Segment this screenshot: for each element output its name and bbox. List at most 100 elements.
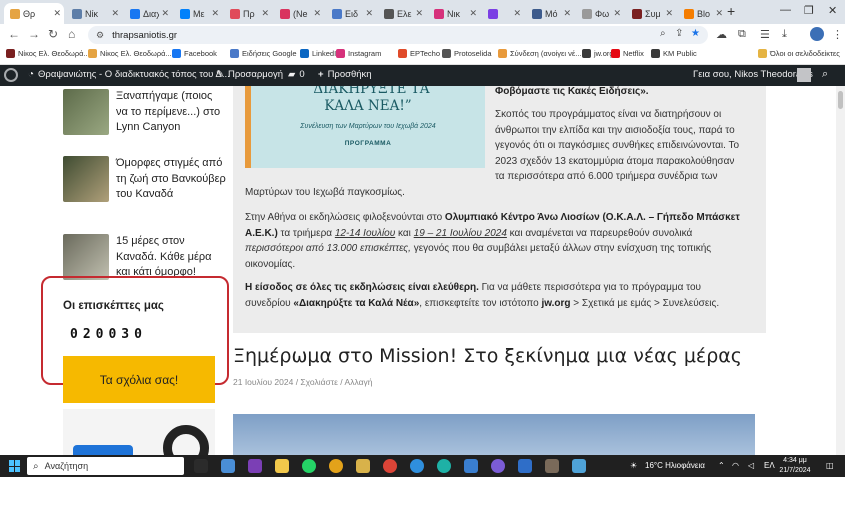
bookmark-item[interactable]: Netflix bbox=[611, 49, 644, 58]
browser-tab[interactable]: (Ne ✕ bbox=[274, 3, 324, 24]
wordpress-logo-icon[interactable] bbox=[4, 68, 18, 82]
wp-new-item[interactable]: + Προσθήκη bbox=[318, 69, 372, 80]
bookmark-item[interactable]: Ειδήσεις Google bbox=[230, 49, 297, 58]
sidebar-post[interactable]: 15 μέρες στον Καναδά. Κάθε μέρα και κάτι… bbox=[63, 234, 223, 282]
language-indicator[interactable]: ΕΛ bbox=[764, 461, 775, 470]
tab-close-icon[interactable]: ✕ bbox=[365, 8, 373, 19]
onenote-app-icon[interactable] bbox=[248, 459, 262, 473]
viber-app-icon[interactable] bbox=[491, 459, 505, 473]
browser-tab[interactable]: Με ✕ bbox=[174, 3, 222, 24]
next-post-meta[interactable]: 21 Ιουλίου 2024 / Σχολιάστε / Αλλαγή bbox=[233, 377, 372, 387]
tab-close-icon[interactable]: ✕ bbox=[261, 8, 269, 19]
home-icon[interactable]: ⌂ bbox=[68, 27, 75, 41]
edge-app-icon[interactable] bbox=[410, 459, 424, 473]
bookmark-item[interactable]: KM Public bbox=[651, 49, 697, 58]
promo-widget[interactable] bbox=[63, 409, 215, 455]
reading-list-icon[interactable]: ☰ bbox=[760, 28, 770, 41]
browser-tab[interactable]: Πρ ✕ bbox=[224, 3, 272, 24]
bookmark-item[interactable]: Protoselida bbox=[442, 49, 492, 58]
edge-profile-icon[interactable] bbox=[437, 459, 451, 473]
sidebar-post-title[interactable]: 15 μέρες στον Καναδά. Κάθε μέρα και κάτι… bbox=[116, 234, 226, 281]
chrome-app-icon[interactable] bbox=[329, 459, 343, 473]
bookmark-item[interactable]: Σύνδεση (ανοίγει νέ... bbox=[498, 49, 582, 58]
tab-close-icon[interactable]: ✕ bbox=[211, 8, 219, 19]
share-icon[interactable]: ⇪ bbox=[675, 28, 683, 39]
system-clock[interactable]: 4:34 μμ 21/7/2024 bbox=[775, 456, 815, 476]
tab-close-icon[interactable]: ✕ bbox=[53, 8, 61, 19]
browser-tab[interactable]: Θρ ✕ bbox=[4, 3, 64, 24]
extensions-icon[interactable]: ⧉ bbox=[738, 28, 746, 41]
zoom-icon[interactable]: ⌕ bbox=[660, 28, 666, 39]
bookmark-item[interactable]: Νίκος Ελ. Θεοδωρά... bbox=[88, 49, 172, 58]
profile-avatar[interactable] bbox=[810, 27, 824, 41]
browser-tab[interactable]: Ελε ✕ bbox=[378, 3, 426, 24]
wifi-icon[interactable]: ◠ bbox=[732, 461, 739, 470]
bookmark-item[interactable]: Νίκος Ελ. Θεοδωρά... bbox=[6, 49, 90, 58]
new-tab-button[interactable]: + bbox=[727, 3, 735, 19]
jw-link[interactable]: jw.org bbox=[541, 298, 570, 309]
reload-icon[interactable]: ↻ bbox=[48, 27, 58, 41]
sidebar-post[interactable]: Ξαναπήγαμε (ποιος να το περίμενε...) στο… bbox=[63, 89, 223, 137]
omnibox[interactable]: ⚙ thrapsaniotis.gr ⌕ ⇪ ★ bbox=[88, 26, 708, 44]
wp-site-name-item[interactable]: ◔ Θραψανιώτης - Ο διαδικτυακός τόπος του… bbox=[28, 69, 230, 80]
bookmark-item[interactable]: Instagram bbox=[336, 49, 381, 58]
next-post-image[interactable] bbox=[233, 414, 755, 455]
taskbar-search-box[interactable]: ⌕ Αναζήτηση bbox=[27, 457, 184, 475]
browser-tab[interactable]: Νικ ✕ bbox=[428, 3, 480, 24]
browser-tab[interactable]: Συμ ✕ bbox=[626, 3, 676, 24]
bookmark-item[interactable]: EPTecho bbox=[398, 49, 440, 58]
tab-close-icon[interactable]: ✕ bbox=[313, 8, 321, 19]
outlook-app-icon[interactable] bbox=[518, 459, 532, 473]
url-text[interactable]: thrapsaniotis.gr bbox=[112, 30, 177, 41]
post-thumbnail[interactable] bbox=[63, 156, 109, 202]
browser-tab[interactable]: Blo ✕ bbox=[678, 3, 726, 24]
post-thumbnail[interactable] bbox=[63, 89, 109, 135]
page-scrollbar[interactable] bbox=[836, 86, 845, 455]
tray-overflow-icon[interactable]: ⌃ bbox=[718, 461, 725, 470]
calendar-app-icon[interactable] bbox=[464, 459, 478, 473]
photos-app-icon[interactable] bbox=[221, 459, 235, 473]
close-window-icon[interactable]: ✕ bbox=[828, 4, 837, 17]
sidebar-post[interactable]: Όμορφες στιγμές από τη ζωή στο Βανκούβερ… bbox=[63, 156, 226, 204]
volume-icon[interactable]: ◁ bbox=[748, 461, 754, 470]
windows-start-icon[interactable] bbox=[9, 460, 21, 472]
browser-tab[interactable]: Μό ✕ bbox=[526, 3, 574, 24]
comments-button[interactable]: Τα σχόλια σας! bbox=[63, 356, 215, 403]
bookmark-item[interactable]: LinkedIn bbox=[300, 49, 340, 58]
weather-text[interactable]: 16°C Ηλιοφάνεια bbox=[645, 461, 705, 470]
chrome-profile-icon[interactable] bbox=[383, 459, 397, 473]
wp-user-avatar[interactable] bbox=[797, 68, 811, 82]
tab-close-icon[interactable]: ✕ bbox=[563, 8, 571, 19]
notes-app-icon[interactable] bbox=[356, 459, 370, 473]
browser-tab[interactable]: Νίκ ✕ bbox=[66, 3, 122, 24]
settings-app-icon[interactable] bbox=[572, 459, 586, 473]
browser-tab[interactable]: Φω ✕ bbox=[576, 3, 624, 24]
tab-close-icon[interactable]: ✕ bbox=[715, 8, 723, 19]
wp-comments-item[interactable]: ▰ 0 bbox=[288, 69, 305, 80]
task-view-icon[interactable] bbox=[194, 459, 208, 473]
cloud-extension-icon[interactable]: ☁ bbox=[716, 28, 727, 41]
menu-icon[interactable]: ⋮ bbox=[832, 28, 843, 41]
tab-close-icon[interactable]: ✕ bbox=[469, 8, 477, 19]
site-info-icon[interactable]: ⚙ bbox=[96, 30, 104, 41]
bookmark-item[interactable]: Facebook bbox=[172, 49, 217, 58]
browser-tab[interactable]: Ειδ ✕ bbox=[326, 3, 376, 24]
forward-icon[interactable]: → bbox=[28, 27, 40, 41]
calculator-app-icon[interactable] bbox=[545, 459, 559, 473]
sidebar-post-title[interactable]: Όμορφες στιγμές από τη ζωή στο Βανκούβερ… bbox=[116, 156, 226, 203]
bookmark-item[interactable]: Όλοι οι σελιδοδείκτες bbox=[758, 49, 840, 58]
browser-tab[interactable]: Διαχ ✕ bbox=[124, 3, 172, 24]
tab-close-icon[interactable]: ✕ bbox=[111, 8, 119, 19]
tab-close-icon[interactable]: ✕ bbox=[513, 8, 521, 19]
bookmark-star-icon[interactable]: ★ bbox=[691, 28, 700, 39]
whatsapp-app-icon[interactable] bbox=[302, 459, 316, 473]
wp-search-icon[interactable]: ⌕ bbox=[822, 68, 828, 81]
maximize-icon[interactable]: ❐ bbox=[804, 4, 814, 17]
sidebar-post-title[interactable]: Ξαναπήγαμε (ποιος να το περίμενε...) στο… bbox=[116, 89, 226, 136]
weather-icon[interactable]: ☀ bbox=[630, 461, 637, 470]
next-post-title[interactable]: Ξημέρωμα στο Mission! Στο ξεκίνημα μια ν… bbox=[233, 345, 742, 367]
post-thumbnail[interactable] bbox=[63, 234, 109, 280]
tab-close-icon[interactable]: ✕ bbox=[415, 8, 423, 19]
back-icon[interactable]: ← bbox=[8, 27, 20, 41]
wp-greeting-item[interactable]: Γεια σου, Nikos Theodorakis bbox=[693, 69, 813, 80]
